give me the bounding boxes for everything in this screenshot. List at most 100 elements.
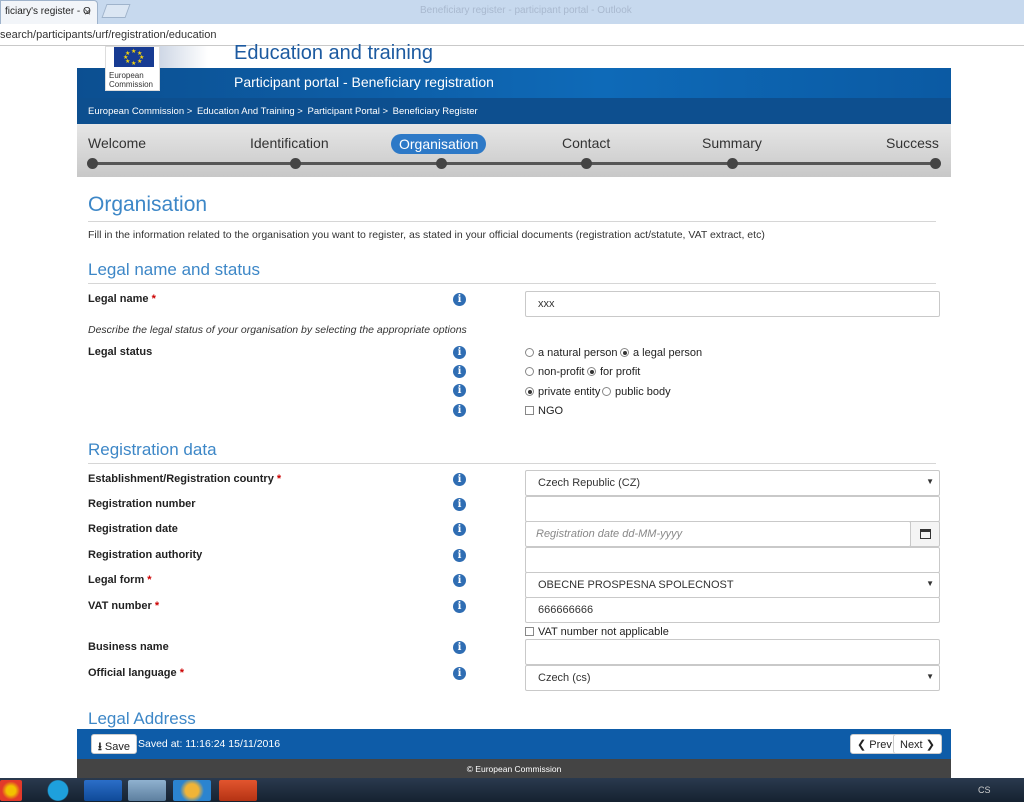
step-dot — [727, 158, 738, 169]
official-language-select[interactable]: Czech (cs) ▼ — [525, 665, 940, 691]
skype-taskbar-icon[interactable] — [39, 780, 77, 801]
step-dot — [581, 158, 592, 169]
page-title: Organisation — [88, 193, 208, 216]
browser-tab[interactable]: ficiary's register - O × — [0, 0, 98, 24]
step-dot — [930, 158, 941, 169]
registration-section-heading: Registration data — [88, 440, 217, 459]
checkbox[interactable] — [525, 406, 534, 415]
european-commission-logo[interactable]: ★ ★ ★ ★ ★ ★ ★ ★ European Commission — [105, 46, 160, 91]
step-organisation[interactable]: Organisation — [391, 134, 487, 154]
breadcrumb-item[interactable]: European Commission > — [88, 106, 192, 117]
business-name-field[interactable] — [525, 639, 940, 665]
info-icon[interactable]: i — [453, 523, 466, 536]
archive-taskbar-icon[interactable] — [128, 780, 166, 801]
info-icon[interactable]: i — [453, 549, 466, 562]
country-label: Establishment/Registration country * — [88, 473, 282, 485]
header-top-band — [77, 46, 951, 68]
info-icon[interactable]: i — [453, 365, 466, 378]
registration-number-field[interactable] — [525, 496, 940, 522]
info-icon[interactable]: i — [453, 574, 466, 587]
site-title: Education and training — [234, 42, 434, 64]
title-divider — [88, 221, 936, 222]
official-language-label: Official language * — [88, 667, 184, 679]
page-intro: Fill in the information related to the o… — [88, 229, 765, 241]
vat-number-label: VAT number * — [88, 600, 160, 612]
registration-date-field[interactable]: Registration date dd-MM-yyyy — [525, 521, 911, 547]
info-icon[interactable]: i — [453, 600, 466, 613]
step-summary[interactable]: Summary — [702, 135, 762, 151]
calendar-button[interactable] — [910, 521, 940, 547]
radio-private-entity[interactable]: private entity — [525, 386, 600, 398]
tab-close-icon[interactable]: × — [84, 5, 91, 19]
checkbox[interactable] — [525, 627, 534, 636]
breadcrumb-item[interactable]: Participant Portal > — [307, 106, 388, 117]
registration-number-label: Registration number — [88, 498, 196, 510]
dropdown-arrow-icon: ▼ — [926, 477, 934, 486]
radio-button[interactable] — [525, 367, 534, 376]
radio-natural-person[interactable]: a natural person — [525, 347, 618, 359]
info-icon[interactable]: i — [453, 404, 466, 417]
copyright-footer: © European Commission — [77, 759, 951, 778]
header-decoration — [160, 46, 208, 68]
radio-button[interactable] — [620, 348, 629, 357]
registration-date-label: Registration date — [88, 523, 178, 535]
info-icon[interactable]: i — [453, 498, 466, 511]
new-tab-button[interactable] — [101, 4, 131, 18]
section-divider — [88, 283, 936, 284]
radio-button[interactable] — [525, 387, 534, 396]
radio-for-profit[interactable]: for profit — [587, 366, 640, 378]
legal-name-label: Legal name * — [88, 293, 156, 305]
country-select[interactable]: Czech Republic (CZ) ▼ — [525, 470, 940, 496]
step-identification[interactable]: Identification — [250, 135, 329, 151]
info-icon[interactable]: i — [453, 641, 466, 654]
info-icon[interactable]: i — [453, 667, 466, 680]
checkbox-ngo[interactable]: NGO — [525, 405, 563, 417]
radio-button[interactable] — [525, 348, 534, 357]
radio-button[interactable] — [587, 367, 596, 376]
keyboard-language[interactable]: CS — [978, 785, 991, 795]
legal-name-field[interactable]: xxx — [525, 291, 940, 317]
globe-taskbar-icon[interactable] — [173, 780, 211, 801]
save-button[interactable]: ⭳ Save — [91, 734, 137, 754]
legal-form-select[interactable]: OBECNE PROSPESNA SPOLECNOST ▼ — [525, 572, 940, 598]
saved-timestamp: Saved at: 11:16:24 15/11/2016 — [138, 738, 281, 750]
radio-button[interactable] — [602, 387, 611, 396]
step-contact[interactable]: Contact — [562, 135, 610, 151]
browser-tab-title: ficiary's register - O — [5, 6, 91, 17]
info-icon[interactable]: i — [453, 384, 466, 397]
registration-authority-field[interactable] — [525, 547, 940, 573]
address-bar[interactable]: search/participants/urf/registration/edu… — [0, 24, 1024, 46]
prev-button[interactable]: ❮ Prev — [850, 734, 899, 754]
breadcrumb: European Commission > Education And Trai… — [77, 98, 951, 124]
chevron-left-icon: ❮ — [857, 739, 867, 751]
radio-public-body[interactable]: public body — [602, 386, 671, 398]
window-title: Beneficiary register - participant porta… — [420, 5, 632, 16]
checkbox-vat-not-applicable[interactable]: VAT number not applicable — [525, 626, 669, 638]
radio-legal-person[interactable]: a legal person — [620, 347, 702, 359]
legal-section-heading: Legal name and status — [88, 260, 261, 279]
business-name-label: Business name — [88, 641, 169, 653]
info-icon[interactable]: i — [453, 346, 466, 359]
powerpoint-taskbar-icon[interactable] — [219, 780, 257, 801]
step-welcome[interactable]: Welcome — [88, 135, 146, 151]
dropdown-arrow-icon: ▼ — [926, 672, 934, 681]
eu-flag-icon: ★ ★ ★ ★ ★ ★ ★ ★ — [114, 47, 154, 67]
logo-text: European Commission — [109, 71, 154, 89]
vat-number-field[interactable]: 666666666 — [525, 597, 940, 623]
chrome-taskbar-icon[interactable] — [0, 780, 22, 801]
dropdown-arrow-icon: ▼ — [926, 579, 934, 588]
info-icon[interactable]: i — [453, 473, 466, 486]
registration-authority-label: Registration authority — [88, 549, 203, 561]
legal-form-label: Legal form * — [88, 574, 152, 586]
download-icon: ⭳ — [98, 741, 102, 753]
step-dot — [436, 158, 447, 169]
address-section-heading: Legal Address — [88, 709, 196, 728]
breadcrumb-item[interactable]: Education And Training > — [197, 106, 303, 117]
calendar-icon — [920, 529, 931, 539]
breadcrumb-item[interactable]: Beneficiary Register — [393, 106, 478, 117]
outlook-taskbar-icon[interactable] — [84, 780, 122, 801]
info-icon[interactable]: i — [453, 293, 466, 306]
step-success[interactable]: Success — [886, 135, 939, 151]
radio-non-profit[interactable]: non-profit — [525, 366, 584, 378]
next-button[interactable]: Next ❯ — [893, 734, 942, 754]
